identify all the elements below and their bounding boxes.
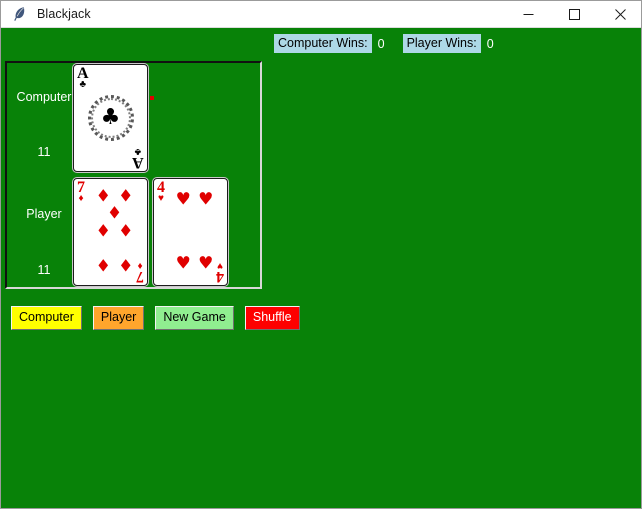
player-hit-button[interactable]: Player	[92, 306, 145, 330]
card-corner-top-left: 4 ♥	[157, 180, 165, 204]
card-pip-icon: ♥	[175, 253, 191, 274]
card-corner-bottom-right: 7 ♦	[136, 260, 144, 285]
action-button-bar: Computer Player New Game Shuffle	[11, 306, 300, 330]
card-pip-icon: ♦	[118, 221, 134, 242]
player-wins-label: Player Wins:	[402, 34, 481, 53]
shuffle-button[interactable]: Shuffle	[244, 306, 300, 330]
ace-suit-icon: ♣	[100, 105, 121, 130]
card-pip-icon: ♦	[95, 221, 111, 242]
card-rank: A	[132, 154, 144, 171]
title-bar: Blackjack	[1, 1, 641, 28]
close-button[interactable]	[597, 1, 641, 28]
card-pip-icon: ♦	[118, 256, 134, 277]
maximize-button[interactable]	[551, 1, 597, 28]
hidden-card-marker	[150, 96, 154, 100]
card-player-0[interactable]: 7 ♦ ♦ ♦ ♦ ♦ ♦ ♦ ♦ 7 ♦	[73, 178, 148, 286]
player-hand-row: Player 11 7 ♦ ♦ ♦ ♦ ♦ ♦ ♦ ♦ 7 ♦ 4 ♥ ♥ ♥ ♥ ♥	[7, 177, 260, 287]
card-rank: 4	[216, 268, 224, 285]
player-wins-value: 0	[486, 36, 494, 51]
card-player-1[interactable]: 4 ♥ ♥ ♥ ♥ ♥ 4 ♥	[153, 178, 228, 286]
card-suit-icon: ♥	[158, 193, 164, 204]
ace-center-ornament: ♣	[87, 95, 134, 141]
card-pip-icon: ♥	[175, 189, 191, 210]
card-pip-icon: ♥	[198, 189, 214, 210]
card-rank: 7	[136, 268, 144, 285]
computer-hit-button[interactable]: Computer	[11, 306, 82, 330]
card-pip-icon: ♦	[95, 256, 111, 277]
computer-hand-score: 11	[37, 145, 51, 159]
card-computer-0[interactable]: A ♣ ♣ A ♣	[73, 64, 148, 172]
new-game-button[interactable]: New Game	[155, 306, 234, 330]
computer-wins-value: 0	[377, 36, 385, 51]
window-title: Blackjack	[37, 7, 91, 21]
minimize-button[interactable]	[505, 1, 551, 28]
computer-wins-label: Computer Wins:	[274, 34, 372, 53]
card-suit-icon: ♥	[217, 260, 223, 271]
computer-hand-row: Computer 11 A ♣ ♣ A ♣	[7, 63, 260, 177]
card-pip-icon: ♦	[106, 203, 123, 224]
python-feather-icon	[5, 1, 33, 28]
card-table: Computer 11 A ♣ ♣ A ♣ Player 11 7 ♦ ♦ ♦ …	[5, 61, 262, 289]
player-hand-score: 11	[37, 263, 51, 277]
card-corner-top-left: 7 ♦	[77, 180, 85, 204]
player-wins-group: Player Wins: 0	[402, 34, 500, 53]
player-hand-label: Player	[26, 207, 62, 221]
computer-wins-group: Computer Wins: 0	[274, 34, 391, 53]
card-corner-top-left: A ♣	[77, 66, 89, 90]
card-pips: ♦ ♦ ♦ ♦ ♦ ♦ ♦	[88, 185, 139, 279]
scoreboard: Computer Wins: 0 Player Wins: 0	[1, 28, 641, 59]
card-pip-icon: ♥	[198, 253, 214, 274]
blackjack-window: Blackjack Computer Wins: 0 Player Wins:	[0, 0, 642, 509]
card-pips: ♥ ♥ ♥ ♥	[168, 185, 219, 279]
computer-hand-label: Computer	[16, 90, 72, 104]
card-corner-bottom-right: A ♣	[132, 146, 144, 171]
card-corner-bottom-right: 4 ♥	[216, 260, 224, 285]
